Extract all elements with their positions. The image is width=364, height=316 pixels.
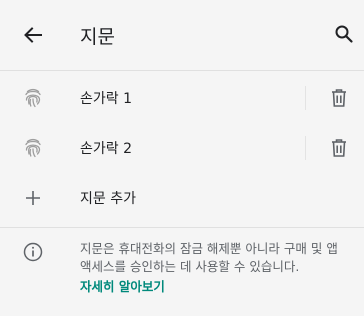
arrow-back-icon[interactable]	[22, 24, 44, 46]
info-footer: 지문은 휴대전화의 잠금 해제뿐 아니라 구매 및 앱 액세스를 승인하는 데 …	[0, 227, 364, 307]
fingerprint-icon	[22, 137, 44, 159]
fingerprint-label: 손가락 2	[80, 141, 132, 157]
fingerprint-label: 손가락 1	[80, 91, 132, 107]
fingerprint-icon	[22, 87, 44, 109]
add-fingerprint-button[interactable]: 지문 추가	[0, 170, 364, 226]
page-title: 지문	[80, 26, 115, 48]
app-bar: 지문	[0, 0, 364, 70]
fingerprint-item-1[interactable]: 손가락 1	[0, 70, 364, 126]
plus-icon	[22, 187, 44, 209]
separator	[305, 86, 306, 110]
trash-icon[interactable]	[329, 87, 349, 109]
info-icon	[22, 241, 44, 263]
trash-icon[interactable]	[329, 137, 349, 159]
add-fingerprint-label: 지문 추가	[80, 191, 136, 207]
fingerprint-item-2[interactable]: 손가락 2	[0, 120, 364, 176]
learn-more-link[interactable]: 자세히 알아보기	[80, 276, 165, 295]
separator	[305, 136, 306, 160]
search-icon[interactable]	[334, 24, 354, 44]
info-text: 지문은 휴대전화의 잠금 해제뿐 아니라 구매 및 앱 액세스를 승인하는 데 …	[80, 241, 338, 274]
